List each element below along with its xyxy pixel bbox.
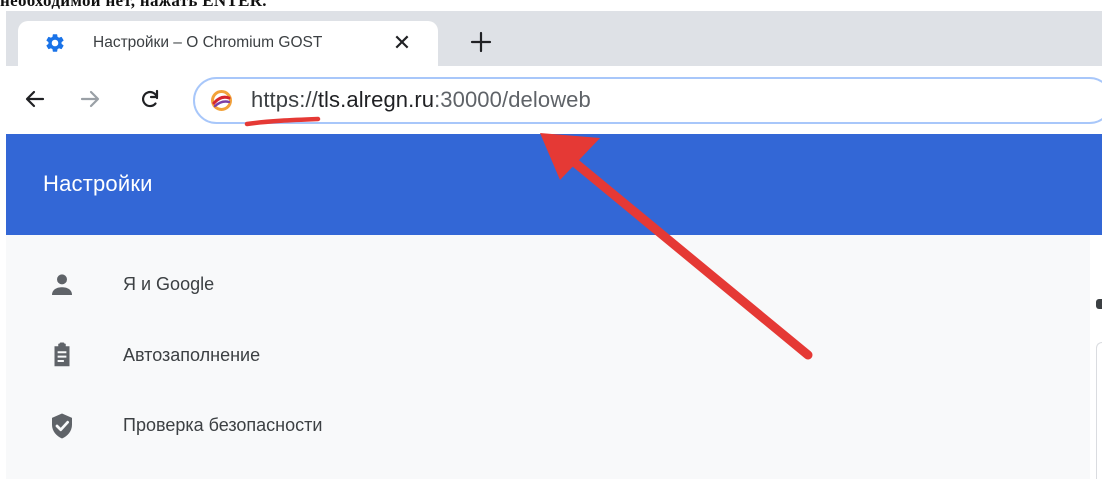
close-icon[interactable]: ✕ (389, 30, 415, 56)
sidebar-item-autofill[interactable]: Автозаполнение (6, 328, 386, 384)
url-host: tls.alregn.ru (317, 87, 435, 112)
content-card-edge (1096, 342, 1102, 479)
sidebar-item-label: Проверка безопасности (123, 415, 323, 435)
settings-sidebar: Я и Google Автозаполнение Проверка безоп… (6, 235, 1090, 479)
address-bar[interactable]: https://tls.alregn.ru:30000/deloweb (193, 77, 1102, 124)
sidebar-item-safety-check[interactable]: Проверка безопасности (6, 398, 386, 454)
plus-icon[interactable] (464, 25, 498, 59)
content-edge-marker (1096, 299, 1102, 309)
url-scheme: https:// (251, 87, 318, 112)
page-title: Настройки (43, 171, 153, 196)
chromium-gost-icon[interactable] (211, 90, 232, 111)
tab-strip: Настройки – О Chromium GOST ✕ (6, 11, 1102, 66)
person-icon (47, 270, 77, 300)
arrow-right-icon[interactable] (73, 82, 107, 116)
document-caption: необходимой нет, нажать ENTER. (0, 0, 267, 9)
browser-toolbar: https://tls.alregn.ru:30000/deloweb (6, 66, 1102, 134)
url-text[interactable]: https://tls.alregn.ru:30000/deloweb (251, 87, 591, 113)
sidebar-item-label: Я и Google (123, 274, 215, 294)
reload-icon[interactable] (133, 82, 167, 116)
sidebar-item-you-and-google[interactable]: Я и Google (6, 257, 386, 313)
gear-icon (44, 32, 66, 54)
browser-tab[interactable]: Настройки – О Chromium GOST ✕ (18, 21, 438, 66)
arrow-left-icon[interactable] (18, 82, 52, 116)
tab-title: Настройки – О Chromium GOST (93, 34, 323, 51)
url-path: :30000/deloweb (434, 87, 591, 112)
sidebar-item-label: Автозаполнение (123, 345, 261, 365)
shield-check-icon (47, 411, 77, 441)
settings-header: Настройки (6, 134, 1102, 235)
clipboard-icon (47, 340, 77, 370)
